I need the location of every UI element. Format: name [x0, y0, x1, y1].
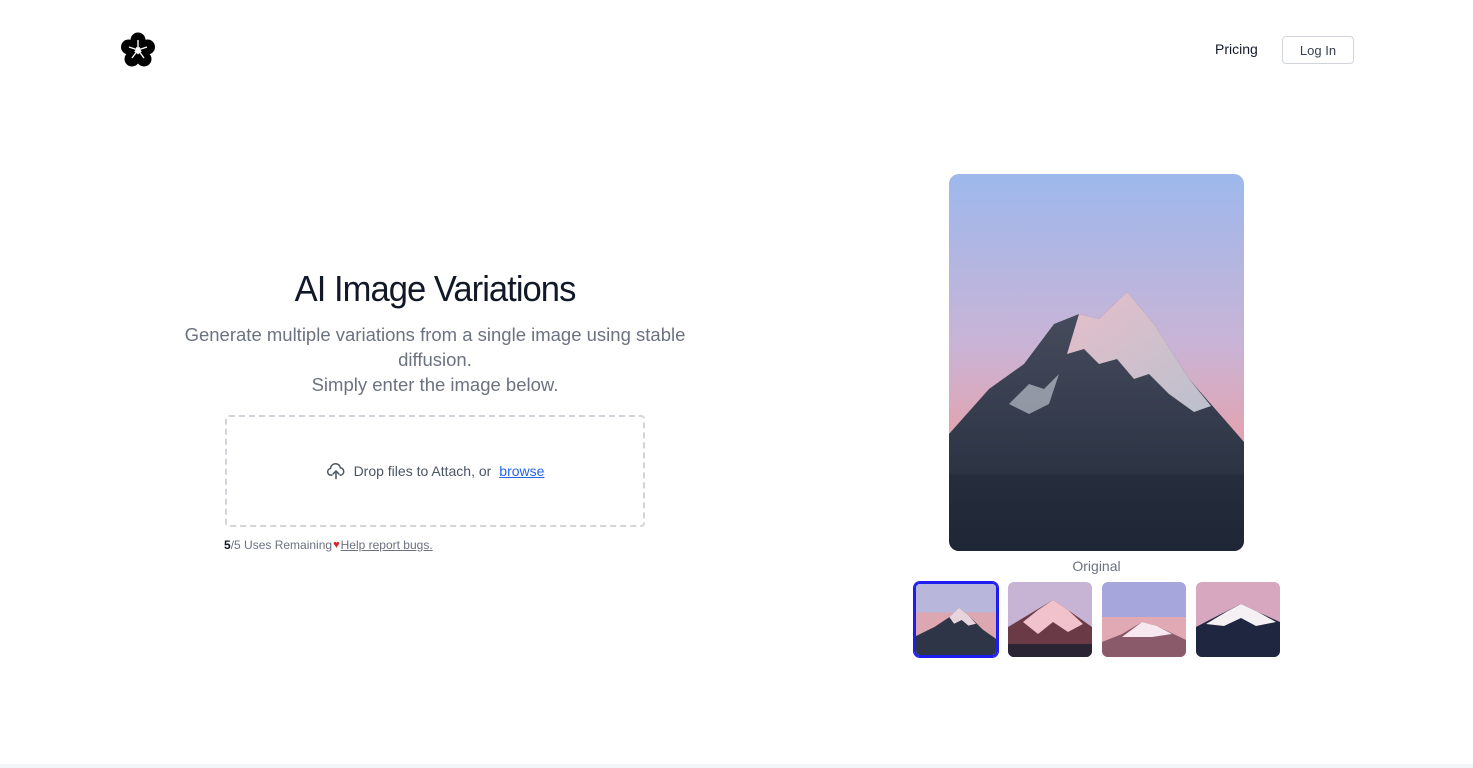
thumbnail-variation-3[interactable] — [1196, 582, 1280, 657]
cloud-upload-icon — [326, 462, 345, 480]
dropzone-content: Drop files to Attach, or browse — [326, 461, 544, 481]
dropzone-prompt: Drop files to Attach, or — [353, 463, 492, 479]
flower-logo-icon[interactable] — [119, 31, 157, 69]
thumbnail-variation-2[interactable] — [1102, 582, 1186, 657]
subtitle-line-1: Generate multiple variations from a sing… — [184, 324, 686, 370]
usage-status: 5 /5 Uses Remaining ♥ Help report bugs. — [224, 538, 433, 552]
report-bugs-link[interactable]: Help report bugs. — [341, 538, 433, 552]
page-title: AI Image Variations — [294, 268, 577, 309]
thumbnail-original[interactable] — [914, 582, 998, 657]
page-subtitle: Generate multiple variations from a sing… — [150, 322, 720, 397]
subtitle-line-2: Simply enter the image below. — [311, 374, 559, 395]
footer-divider — [0, 764, 1473, 768]
browse-link[interactable]: browse — [499, 463, 544, 479]
pricing-link[interactable]: Pricing — [1215, 41, 1258, 57]
thumbnail-variation-1[interactable] — [1008, 582, 1092, 657]
original-image-preview — [949, 174, 1244, 551]
uses-remaining-text: /5 Uses Remaining — [230, 538, 333, 552]
login-button[interactable]: Log In — [1282, 36, 1354, 64]
preview-caption: Original — [1072, 558, 1121, 574]
header: Pricing Log In — [0, 0, 1473, 100]
file-dropzone[interactable]: Drop files to Attach, or browse — [225, 415, 645, 527]
heart-icon: ♥ — [333, 539, 340, 551]
uses-remaining-count: 5 — [224, 538, 231, 552]
